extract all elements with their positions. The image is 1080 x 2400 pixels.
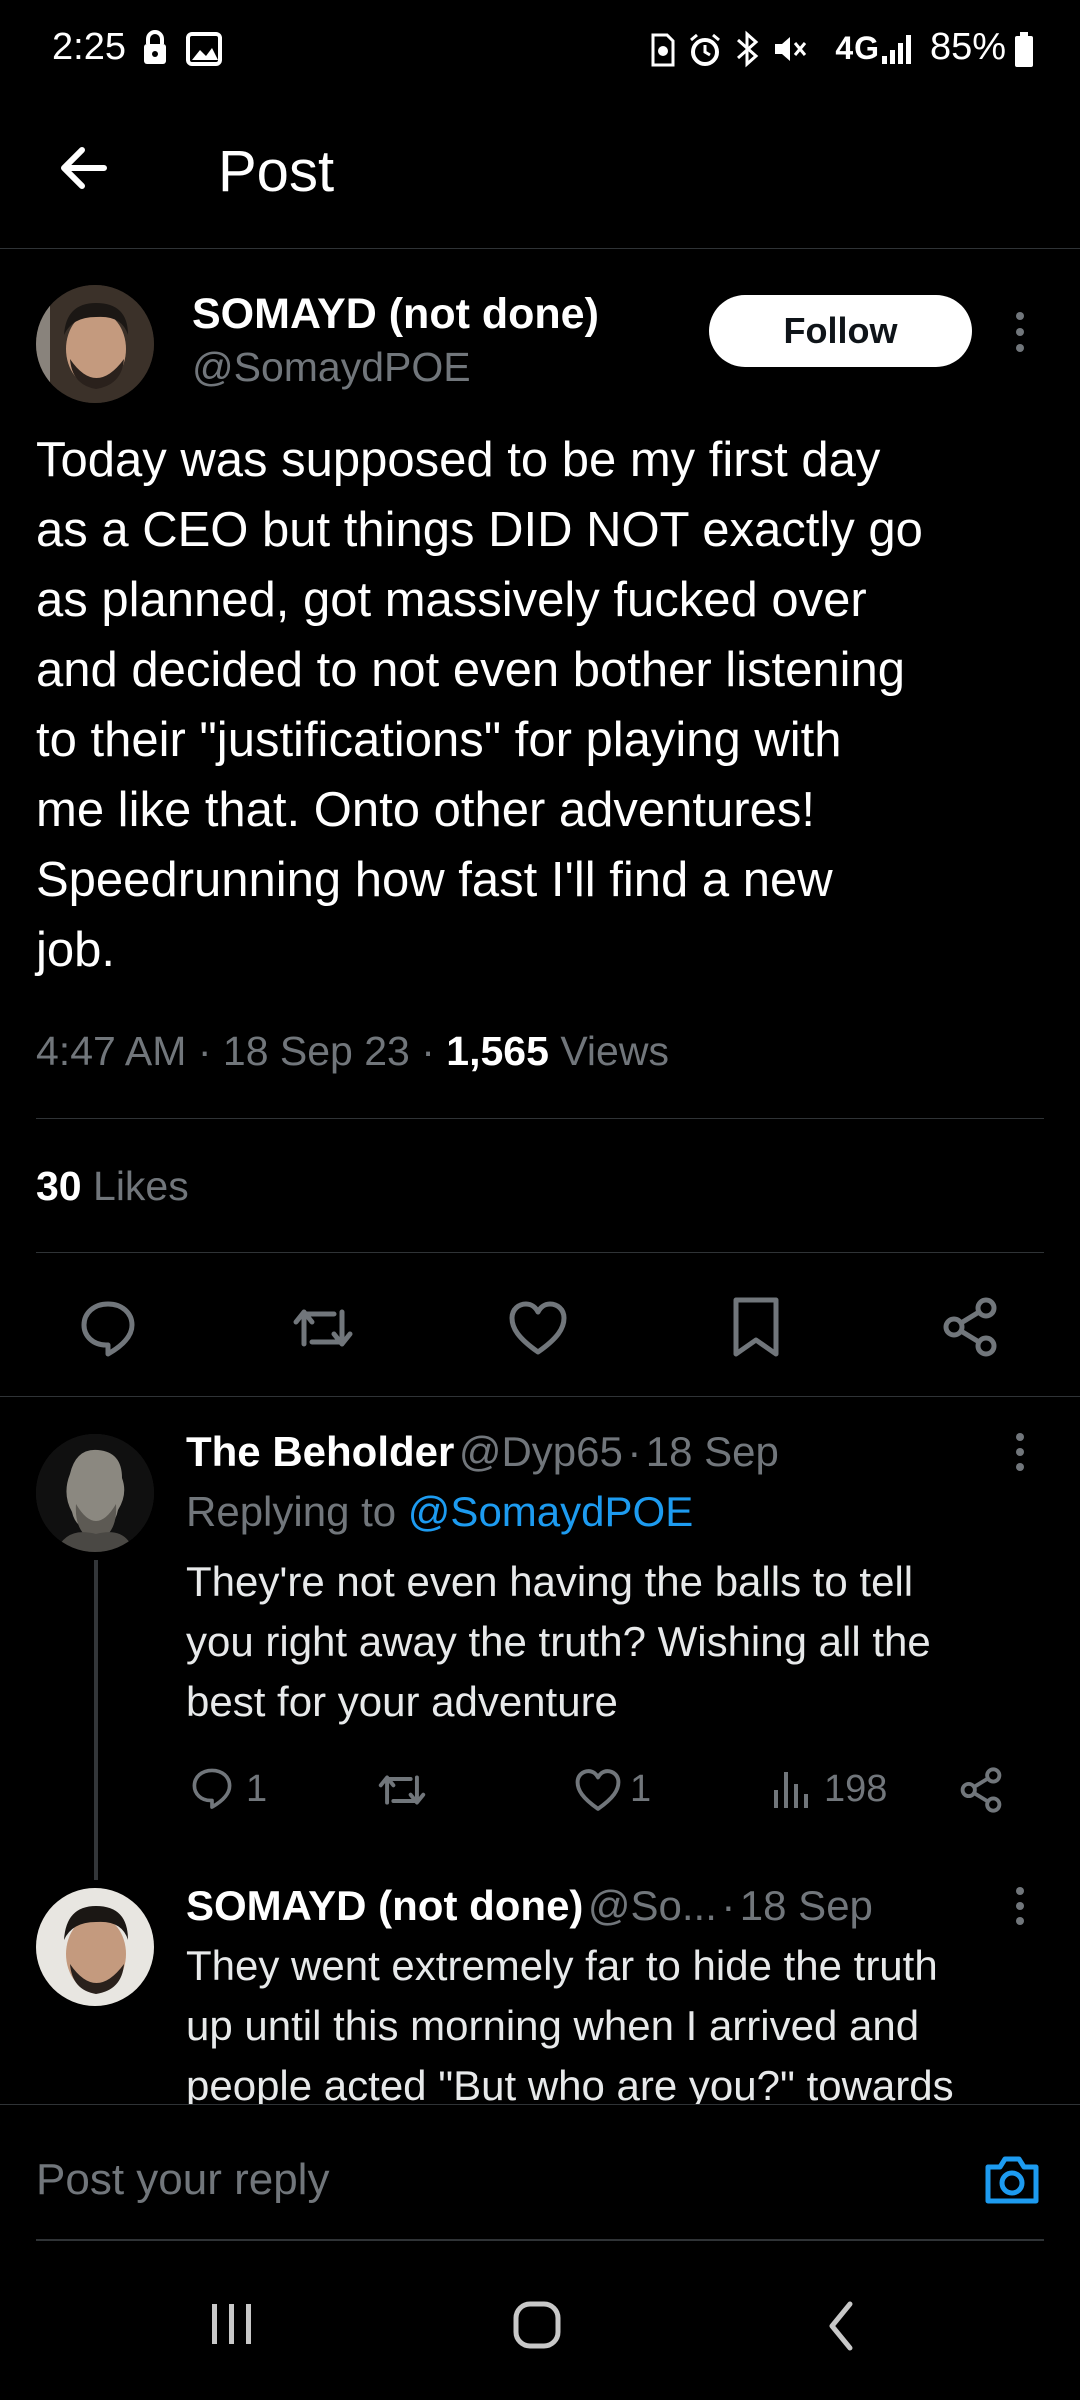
reply-text: They're not even having the balls to tel… <box>186 1558 931 1725</box>
likes-summary[interactable]: 30 Likes <box>36 1163 189 1210</box>
replying-to-label: Replying to <box>186 1488 397 1535</box>
gallery-icon <box>186 32 222 66</box>
reply-header: SOMAYD (not done) @So... · 18 Sep <box>186 1882 873 1930</box>
views-count: 1,565 <box>446 1028 549 1074</box>
more-options-icon[interactable] <box>1010 310 1030 354</box>
reply-text: They went extremely far to hide the trut… <box>186 1942 954 2104</box>
signal-icon <box>880 30 916 66</box>
author-avatar[interactable] <box>36 285 154 403</box>
meta-separator: · <box>421 1028 447 1074</box>
battery-icon <box>1014 32 1034 68</box>
reply-date: 18 Sep <box>645 1428 779 1475</box>
alarm-icon <box>688 32 722 68</box>
heart-icon[interactable] <box>508 1300 568 1356</box>
view-count: 198 <box>824 1768 888 1810</box>
replying-to-handle[interactable]: @SomaydPOE <box>408 1488 693 1535</box>
reply-icon[interactable] <box>190 1766 234 1810</box>
reply-avatar[interactable] <box>36 1888 154 2006</box>
divider <box>0 1396 1080 1397</box>
likes-count: 30 <box>36 1163 82 1209</box>
mute-icon <box>772 32 808 66</box>
reply-avatar[interactable] <box>36 1434 154 1552</box>
views-label: Views <box>560 1028 669 1074</box>
page-title: Post <box>218 139 335 204</box>
heart-icon[interactable] <box>574 1768 622 1812</box>
share-icon[interactable] <box>958 1766 1004 1814</box>
status-time: 2:25 <box>52 26 126 68</box>
reply-header: The Beholder @Dyp65 · 18 Sep <box>186 1428 779 1476</box>
meta-separator: · <box>721 1882 736 1929</box>
post-date: 18 Sep 23 <box>222 1028 410 1074</box>
arrow-left-icon[interactable] <box>54 138 114 198</box>
reply-author-handle[interactable]: @Dyp65 <box>459 1428 623 1475</box>
reply-count: 1 <box>246 1768 268 1810</box>
reply-input-placeholder[interactable]: Post your reply <box>36 2155 329 2205</box>
bluetooth-icon <box>732 30 762 68</box>
status-bar: 2:25 4G 85% <box>0 0 1080 100</box>
post-time: 4:47 AM <box>36 1028 187 1074</box>
battery-percent: 85% <box>929 26 1006 68</box>
replying-to: Replying to @SomaydPOE <box>186 1488 693 1536</box>
divider <box>36 1252 1044 1253</box>
like-count: 1 <box>630 1768 652 1810</box>
meta-separator: · <box>197 1028 223 1074</box>
bookmark-icon[interactable] <box>730 1296 782 1358</box>
back-icon[interactable] <box>826 2300 856 2352</box>
repost-icon[interactable] <box>290 1300 356 1356</box>
reply-more-options-icon[interactable] <box>1010 1886 1030 1926</box>
reply-date: 18 Sep <box>739 1882 873 1929</box>
top-app-bar: Post <box>0 110 1080 249</box>
recent-apps-icon[interactable] <box>208 2302 256 2346</box>
sim-icon <box>650 32 676 68</box>
likes-label: Likes <box>93 1163 189 1209</box>
author-name[interactable]: SOMAYD (not done) <box>192 290 599 339</box>
reply-author-name[interactable]: The Beholder <box>186 1428 454 1475</box>
post-text: Today was supposed to be my first day as… <box>36 433 923 977</box>
divider <box>36 1118 1044 1119</box>
analytics-icon[interactable] <box>772 1768 812 1810</box>
share-icon[interactable] <box>940 1296 1000 1358</box>
system-navigation-bar <box>0 2250 1080 2400</box>
divider <box>36 2239 1044 2241</box>
reply-author-handle[interactable]: @So... <box>588 1882 717 1929</box>
post-meta: 4:47 AM · 18 Sep 23 · 1,565 Views <box>36 1028 669 1075</box>
lock-icon <box>142 30 168 66</box>
thread-line <box>94 1560 98 1880</box>
network-type: 4G <box>835 30 880 66</box>
home-icon[interactable] <box>512 2300 562 2350</box>
follow-button[interactable]: Follow <box>709 295 972 367</box>
repost-icon[interactable] <box>376 1768 428 1812</box>
reply-composer[interactable]: Post your reply <box>0 2104 1080 2241</box>
camera-icon[interactable] <box>982 2153 1042 2207</box>
reply-icon[interactable] <box>78 1298 138 1358</box>
meta-separator: · <box>627 1428 642 1475</box>
reply-more-options-icon[interactable] <box>1010 1432 1030 1472</box>
reply-author-name[interactable]: SOMAYD (not done) <box>186 1882 583 1929</box>
author-handle[interactable]: @SomaydPOE <box>192 344 471 391</box>
